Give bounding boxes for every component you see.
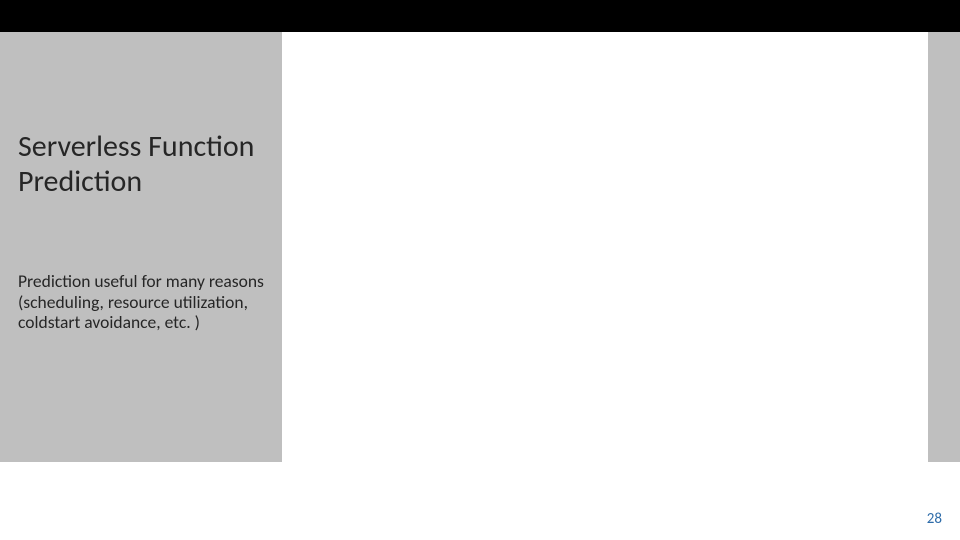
- slide-container: Serverless Function Prediction Predictio…: [0, 0, 960, 540]
- top-black-bar: [0, 0, 960, 32]
- slide-subtitle: Prediction useful for many reasons (sche…: [18, 271, 264, 333]
- right-gray-strip: [928, 32, 960, 462]
- page-number: 28: [927, 510, 942, 528]
- main-content-area: [282, 32, 928, 462]
- left-sidebar-panel: Serverless Function Prediction Predictio…: [0, 32, 282, 462]
- slide-title: Serverless Function Prediction: [18, 130, 264, 199]
